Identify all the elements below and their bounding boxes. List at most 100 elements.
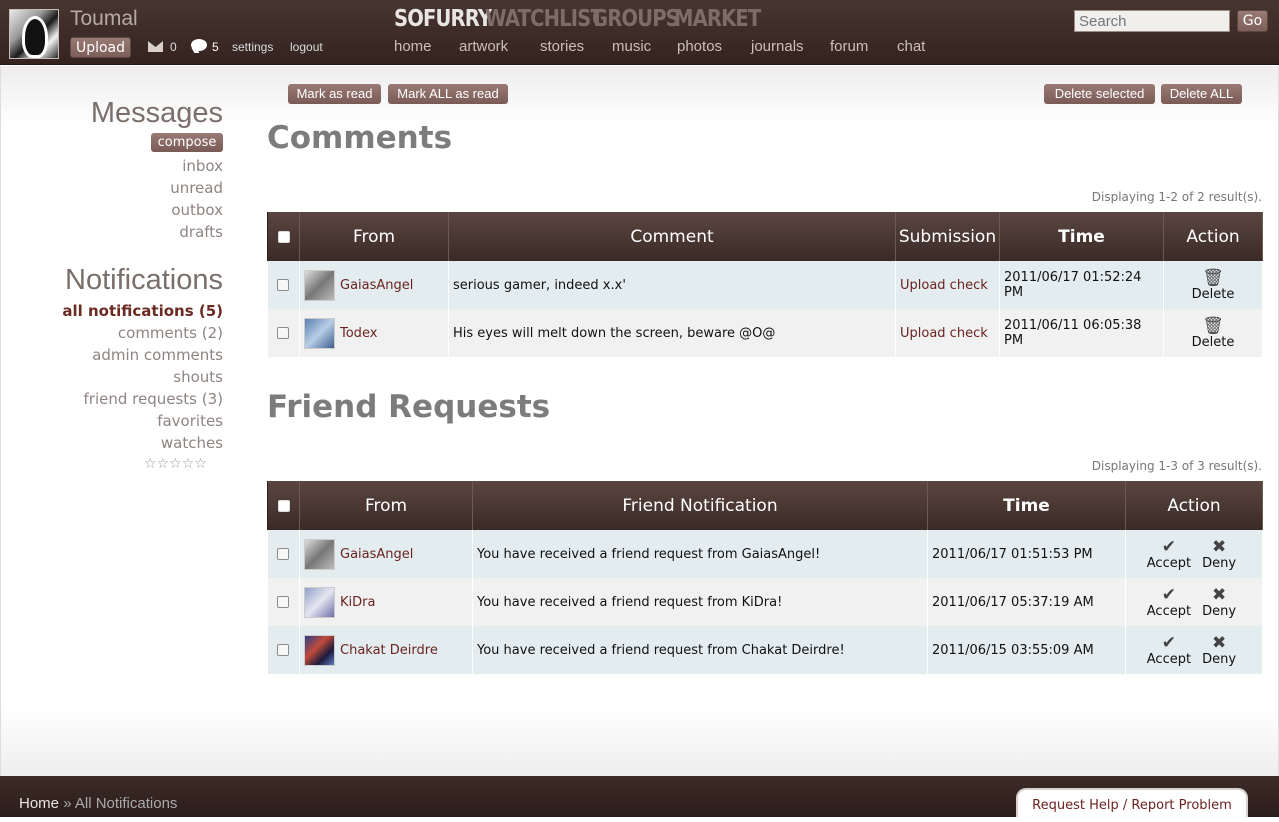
x-icon[interactable]: ✖ — [1196, 538, 1242, 556]
sidebar-link-inbox[interactable]: inbox — [182, 157, 223, 175]
deny-action[interactable]: ✖ Deny — [1196, 586, 1242, 619]
accept-label[interactable]: Accept — [1147, 604, 1191, 619]
user-thumbnail[interactable] — [304, 586, 335, 618]
brand-nav-groups[interactable]: GROUPS — [592, 6, 680, 32]
nav-chat[interactable]: chat — [897, 38, 925, 55]
comments-result-count: Displaying 1-2 of 2 result(s). — [1091, 190, 1262, 204]
notification-text: You have received a friend request from … — [472, 530, 928, 578]
table-header-row: From Friend Notification Time Action — [267, 481, 1263, 530]
trash-icon[interactable]: 🗑 — [1168, 317, 1258, 335]
nav-artwork[interactable]: artwork — [459, 38, 508, 55]
x-icon[interactable]: ✖ — [1196, 586, 1242, 604]
username[interactable]: Toumal — [70, 7, 138, 31]
deny-label[interactable]: Deny — [1202, 652, 1236, 667]
nav-forum[interactable]: forum — [830, 38, 868, 55]
column-header-submission: Submission — [895, 212, 1000, 261]
mark-as-read-button[interactable]: Mark as read — [288, 84, 381, 104]
trash-icon[interactable]: 🗑 — [1168, 269, 1258, 287]
check-icon[interactable]: ✔ — [1146, 538, 1192, 556]
delete-label[interactable]: Delete — [1192, 287, 1235, 302]
nav-journals[interactable]: journals — [751, 38, 804, 55]
delete-all-button[interactable]: Delete ALL — [1161, 84, 1242, 104]
logout-link[interactable]: logout — [290, 40, 323, 54]
checkbox[interactable] — [277, 230, 290, 243]
comment-bubble-icon[interactable] — [191, 39, 207, 51]
sidebar-link-all-notifications[interactable]: all notifications (5) — [62, 302, 223, 320]
nav-music[interactable]: music — [612, 38, 651, 55]
report-problem-link[interactable]: Report Problem — [1131, 798, 1231, 813]
delete-label[interactable]: Delete — [1192, 335, 1235, 350]
user-thumbnail[interactable] — [304, 538, 335, 570]
table-header-row: From Comment Submission Time Action — [267, 212, 1263, 261]
row-checkbox[interactable] — [277, 548, 290, 560]
brand-nav-market[interactable]: MARKET — [674, 6, 761, 32]
accept-label[interactable]: Accept — [1147, 652, 1191, 667]
checkbox[interactable] — [277, 499, 290, 512]
sidebar-link-favorites[interactable]: favorites — [157, 412, 223, 430]
x-icon[interactable]: ✖ — [1196, 634, 1242, 652]
deny-action[interactable]: ✖ Deny — [1196, 538, 1242, 571]
user-link[interactable]: Chakat Deirdre — [340, 643, 438, 658]
column-header-from: From — [299, 481, 473, 530]
mail-icon[interactable] — [148, 41, 163, 52]
deny-label[interactable]: Deny — [1202, 556, 1236, 571]
sidebar-link-admin-comments[interactable]: admin comments — [92, 346, 223, 364]
nav-home[interactable]: home — [394, 38, 432, 55]
user-link[interactable]: GaiasAngel — [340, 547, 413, 562]
request-help-link[interactable]: Request Help — [1032, 798, 1119, 813]
search-go-button[interactable]: Go — [1237, 10, 1268, 32]
breadcrumb-current: All Notifications — [74, 795, 178, 812]
sidebar-link-shouts[interactable]: shouts — [173, 368, 223, 386]
check-icon[interactable]: ✔ — [1146, 634, 1192, 652]
sidebar-link-watches[interactable]: watches — [161, 434, 223, 452]
column-header-from: From — [299, 212, 449, 261]
compose-button[interactable]: compose — [151, 133, 223, 152]
select-all-checkbox[interactable] — [267, 481, 300, 530]
sidebar-link-outbox[interactable]: outbox — [171, 201, 223, 219]
column-header-time: Time — [999, 212, 1164, 261]
row-checkbox[interactable] — [277, 279, 290, 291]
user-avatar[interactable] — [9, 9, 59, 59]
friend-requests-table: From Friend Notification Time Action Gai… — [267, 481, 1263, 674]
accept-action[interactable]: ✔ Accept — [1146, 634, 1192, 667]
comment-text: serious gamer, indeed x.x' — [448, 261, 896, 309]
user-link[interactable]: Todex — [340, 326, 377, 341]
sidebar-link-comments[interactable]: comments (2) — [118, 324, 223, 342]
sidebar-link-unread[interactable]: unread — [170, 179, 223, 197]
sidebar-link-drafts[interactable]: drafts — [179, 223, 223, 241]
user-thumbnail[interactable] — [304, 317, 335, 349]
select-all-checkbox[interactable] — [267, 212, 300, 261]
nav-stories[interactable]: stories — [540, 38, 584, 55]
brand-nav-sofurry[interactable]: SOFURRY — [394, 6, 492, 32]
search-input[interactable] — [1074, 10, 1230, 32]
user-link[interactable]: GaiasAngel — [340, 278, 413, 293]
comment-count: 5 — [212, 40, 219, 54]
submission-link[interactable]: Upload check — [900, 278, 988, 293]
friend-requests-result-count: Displaying 1-3 of 3 result(s). — [1091, 459, 1262, 473]
sidebar-link-friend-requests[interactable]: friend requests (3) — [84, 390, 224, 408]
breadcrumb-home[interactable]: Home — [19, 795, 59, 812]
delete-selected-button[interactable]: Delete selected — [1044, 84, 1155, 104]
delete-action[interactable]: 🗑 Delete — [1163, 261, 1263, 309]
accept-label[interactable]: Accept — [1147, 556, 1191, 571]
check-icon[interactable]: ✔ — [1146, 586, 1192, 604]
deny-label[interactable]: Deny — [1202, 604, 1236, 619]
delete-action[interactable]: 🗑 Delete — [1163, 309, 1263, 357]
comment-time: 2011/06/17 01:52:24 PM — [999, 261, 1164, 309]
nav-photos[interactable]: photos — [677, 38, 722, 55]
row-checkbox[interactable] — [277, 644, 290, 656]
user-thumbnail[interactable] — [304, 634, 335, 666]
accept-action[interactable]: ✔ Accept — [1146, 538, 1192, 571]
deny-action[interactable]: ✖ Deny — [1196, 634, 1242, 667]
user-thumbnail[interactable] — [304, 269, 335, 301]
brand-nav-watchlist[interactable]: WATCHLIST — [485, 6, 604, 32]
settings-link[interactable]: settings — [232, 40, 273, 54]
row-checkbox[interactable] — [277, 596, 290, 608]
submission-link[interactable]: Upload check — [900, 326, 988, 341]
star-rating[interactable]: ☆☆☆☆☆ — [144, 456, 207, 472]
user-link[interactable]: KiDra — [340, 595, 375, 610]
upload-button[interactable]: Upload — [70, 37, 131, 58]
row-checkbox[interactable] — [277, 327, 290, 339]
mark-all-as-read-button[interactable]: Mark ALL as read — [388, 84, 508, 104]
accept-action[interactable]: ✔ Accept — [1146, 586, 1192, 619]
